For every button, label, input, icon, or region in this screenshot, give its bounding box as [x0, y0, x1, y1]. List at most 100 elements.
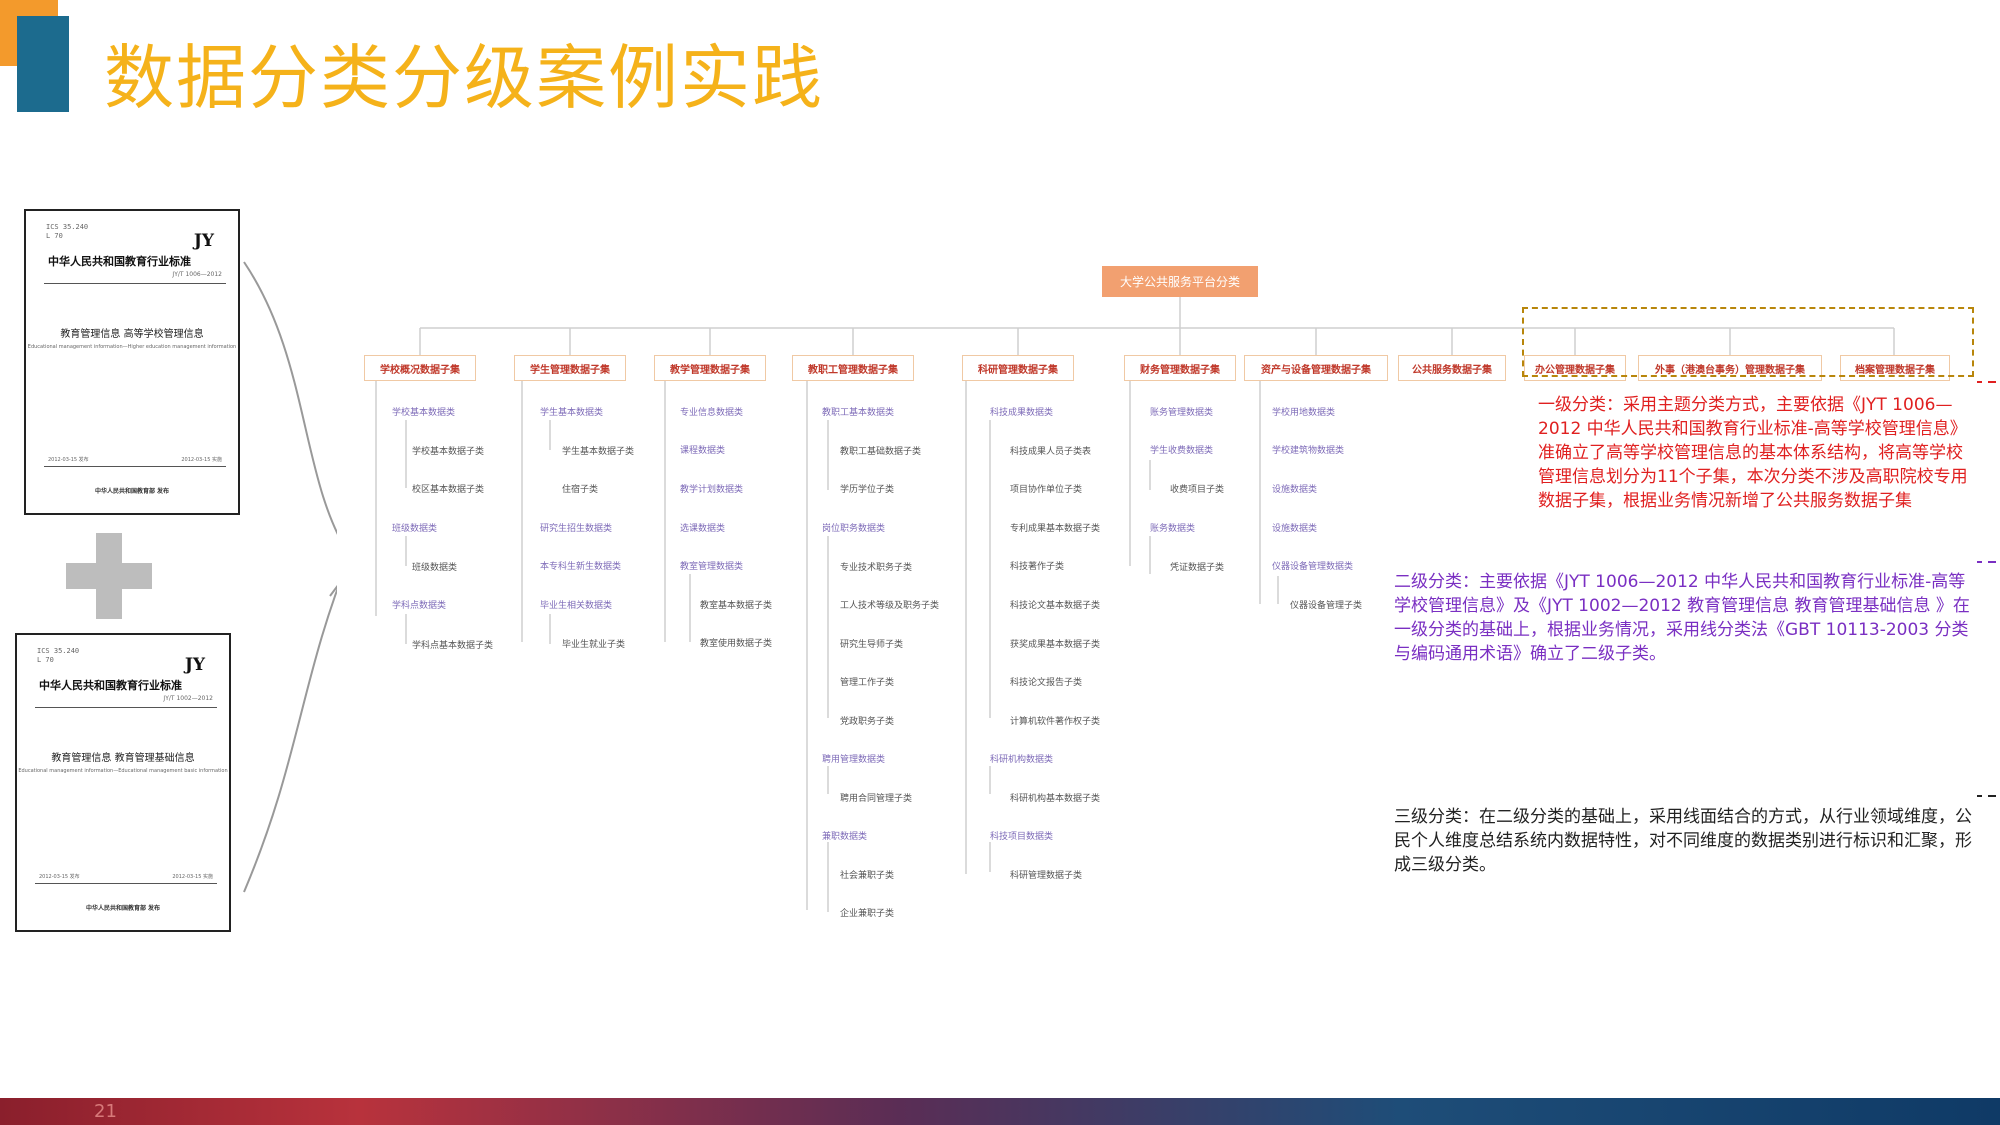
curve-arrow-upper — [243, 261, 351, 557]
level3-node: 学生基本数据子类 — [562, 447, 635, 457]
level3-node: 获奖成果基本数据子类 — [1010, 640, 1101, 650]
level2-node: 教职工基本数据类 — [822, 408, 895, 418]
level2-node: 账务数据类 — [1150, 524, 1196, 534]
doc-subtitle: Educational management information—Educa… — [18, 768, 228, 774]
slide-title: 数据分类分级案例实践 — [104, 37, 824, 119]
doc-code: ICS 35.240 L 70 — [46, 223, 89, 240]
standard-document-cover-jyt-1006: ICS 35.240 L 70 JY 中华人民共和国教育行业标准 JY/T 10… — [24, 209, 240, 515]
annotation-level2: 二级分类：主要依据《JYT 1006—2012 中华人民共和国教育行业标准-高等… — [1394, 572, 1970, 664]
level1-node: 学校概况数据子集 — [364, 355, 476, 381]
level3-node: 校区基本数据子类 — [412, 485, 485, 495]
level2-node: 兼职数据类 — [822, 832, 868, 842]
level1-node: 教职工管理数据子集 — [792, 355, 914, 381]
doc-divider — [44, 466, 226, 467]
level3-node: 计算机软件著作权子类 — [1010, 717, 1101, 727]
level3-node: 凭证数据子类 — [1170, 563, 1225, 573]
accent-bar-teal — [17, 16, 69, 112]
level2-node: 科研机构数据类 — [990, 755, 1054, 765]
tree-root-node: 大学公共服务平台分类 — [1102, 266, 1258, 297]
level3-node: 仪器设备管理子类 — [1290, 601, 1363, 611]
level2-node: 科技成果数据类 — [990, 408, 1054, 418]
level3-node: 科研管理数据子类 — [1010, 871, 1083, 881]
level3-node: 学科点基本数据子类 — [412, 641, 494, 651]
level3-node: 教职工基础数据子类 — [840, 447, 922, 457]
standard-document-cover-jyt-1002: ICS 35.240 L 70 JY 中华人民共和国教育行业标准 JY/T 10… — [15, 633, 231, 932]
level2-node: 专业信息数据类 — [680, 408, 744, 418]
level2-node: 学校建筑物数据类 — [1272, 446, 1345, 456]
level3-node: 科研机构基本数据子类 — [1010, 794, 1101, 804]
level3-node: 党政职务子类 — [840, 717, 895, 727]
level3-node: 科技论文报告子类 — [1010, 678, 1083, 688]
plus-icon — [66, 533, 152, 619]
level1-node: 学生管理数据子集 — [514, 355, 626, 381]
footer-gradient-bar — [0, 1098, 2000, 1125]
level2-node: 毕业生相关数据类 — [540, 601, 613, 611]
level2-node: 班级数据类 — [392, 524, 438, 534]
doc-dates: 2012-03-15 发布 2012-03-15 实施 — [39, 873, 213, 880]
doc-effective-date: 2012-03-15 实施 — [181, 457, 222, 463]
doc-divider — [44, 283, 226, 284]
level3-node: 社会兼职子类 — [840, 871, 895, 881]
level3-node: 教室使用数据子类 — [700, 639, 773, 649]
doc-subtitle: Educational management information—Highe… — [27, 344, 237, 350]
level2-node: 仪器设备管理数据类 — [1272, 562, 1354, 572]
level3-node: 工人技术等级及职务子类 — [840, 601, 940, 611]
level2-node: 设施数据类 — [1272, 524, 1318, 534]
level1-node: 资产与设备管理数据子集 — [1244, 355, 1388, 381]
doc-jy-mark: JY — [193, 231, 214, 251]
doc-divider — [35, 883, 217, 884]
doc-standard-name: 中华人民共和国教育行业标准 — [39, 679, 182, 692]
level3-node: 管理工作子类 — [840, 678, 895, 688]
level2-node: 岗位职务数据类 — [822, 524, 886, 534]
level3-node: 聘用合同管理子类 — [840, 794, 913, 804]
level2-node: 学校用地数据类 — [1272, 408, 1336, 418]
doc-dates: 2012-03-15 发布 2012-03-15 实施 — [48, 456, 222, 463]
level3-node: 科技成果人员子类表 — [1010, 447, 1092, 457]
new-subset-highlight-box — [1522, 307, 1974, 377]
level2-node: 学生基本数据类 — [540, 408, 604, 418]
level1-node: 财务管理数据子集 — [1124, 355, 1236, 381]
doc-publisher: 中华人民共和国教育部 发布 — [94, 488, 170, 495]
annotation-level1: 一级分类：采用主题分类方式，主要依据《JYT 1006—2012 中华人民共和国… — [1538, 395, 1968, 511]
level2-node: 学生收费数据类 — [1150, 446, 1214, 456]
doc-effective-date: 2012-03-15 实施 — [172, 874, 213, 880]
level3-node: 住宿子类 — [562, 485, 599, 495]
level3-node: 学历学位子类 — [840, 485, 895, 495]
level3-node: 项目协作单位子类 — [1010, 485, 1083, 495]
level1-node: 科研管理数据子集 — [962, 355, 1074, 381]
level3-node: 专业技术职务子类 — [840, 563, 913, 573]
level3-node: 研究生导师子类 — [840, 640, 904, 650]
level2-node: 账务管理数据类 — [1150, 408, 1214, 418]
level3-node: 科技著作子类 — [1010, 562, 1065, 572]
doc-issue-date: 2012-03-15 发布 — [39, 874, 80, 880]
level3-node: 学校基本数据子类 — [412, 447, 485, 457]
curve-arrow-lower — [243, 555, 351, 893]
level2-node: 科技项目数据类 — [990, 832, 1054, 842]
level2-node: 教室管理数据类 — [680, 562, 744, 572]
level1-node: 公共服务数据子集 — [1398, 355, 1506, 381]
level2-node: 选课数据类 — [680, 524, 726, 534]
doc-title: 教育管理信息 教育管理基础信息 — [51, 753, 195, 764]
annotation-level3: 三级分类：在二级分类的基础上，采用线面结合的方式，从行业领域维度，公民个人维度总… — [1394, 807, 1972, 875]
doc-issue-date: 2012-03-15 发布 — [48, 457, 89, 463]
page-number: 21 — [94, 1101, 117, 1122]
level1-node: 教学管理数据子集 — [654, 355, 766, 381]
doc-publisher: 中华人民共和国教育部 发布 — [85, 905, 161, 912]
doc-standard-name: 中华人民共和国教育行业标准 — [48, 255, 191, 268]
doc-jy-mark: JY — [184, 655, 205, 675]
level3-node: 毕业生就业子类 — [562, 640, 626, 650]
level3-node: 班级数据类 — [412, 563, 458, 573]
level2-node: 研究生招生数据类 — [540, 524, 613, 534]
doc-title: 教育管理信息 高等学校管理信息 — [60, 329, 204, 340]
level3-node: 科技论文基本数据子类 — [1010, 601, 1101, 611]
level2-node: 学科点数据类 — [392, 601, 447, 611]
level3-node: 企业兼职子类 — [840, 909, 895, 919]
level3-node: 专利成果基本数据子类 — [1010, 524, 1101, 534]
doc-standard-number: JY/T 1006—2012 — [172, 271, 222, 278]
level2-node: 聘用管理数据类 — [822, 755, 886, 765]
doc-standard-number: JY/T 1002—2012 — [163, 695, 213, 702]
level2-node: 学校基本数据类 — [392, 408, 456, 418]
level3-node: 收费项目子类 — [1170, 485, 1225, 495]
doc-divider — [35, 707, 217, 708]
doc-code: ICS 35.240 L 70 — [37, 647, 80, 664]
